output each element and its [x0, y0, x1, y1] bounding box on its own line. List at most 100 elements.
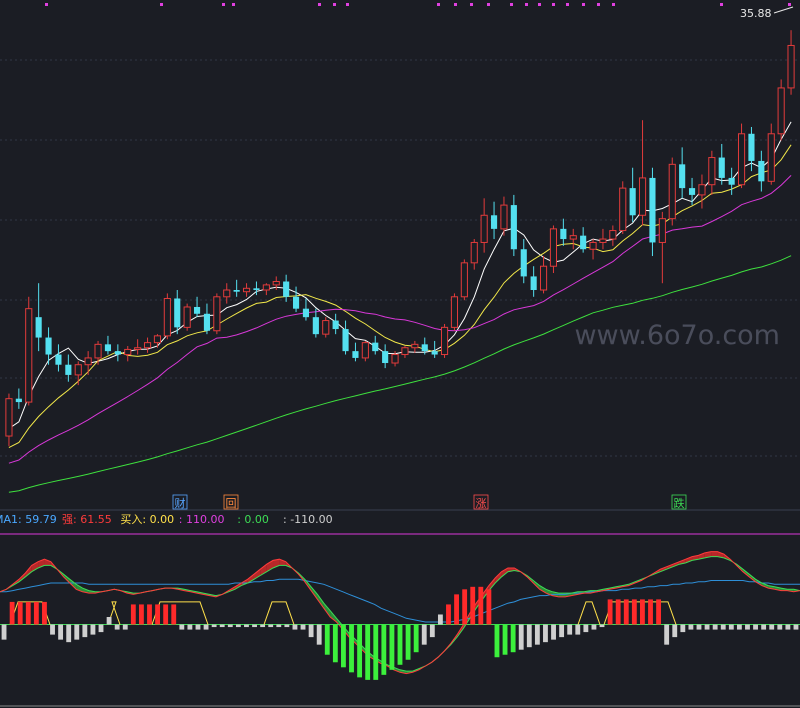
- indicator-histogram-bar: [268, 624, 274, 628]
- candle-body-up: [124, 348, 132, 356]
- top-marker-dot: [525, 3, 528, 6]
- candle-body-up: [242, 287, 251, 293]
- indicator-histogram-bar: [623, 599, 629, 625]
- indicator-histogram-bar: [163, 604, 169, 625]
- top-marker-dot: [470, 3, 473, 6]
- candle-body-up: [638, 177, 647, 216]
- candle-body-up: [163, 297, 171, 337]
- indicator-histogram-bar: [494, 624, 500, 658]
- candle-body-down: [253, 288, 260, 290]
- indicator-histogram-bar: [114, 624, 120, 630]
- indicator-histogram-bar: [252, 624, 257, 628]
- indicator-histogram-bar: [235, 624, 241, 628]
- top-marker-dot: [45, 3, 48, 6]
- candle-body-up: [322, 320, 330, 335]
- event-marker-text: 跌: [674, 496, 685, 510]
- indicator-histogram-bar: [648, 599, 653, 625]
- indicator-histogram-bar: [373, 624, 379, 680]
- indicator-histogram-bar: [25, 601, 31, 625]
- readout-item: MA1: 59.79: [0, 513, 57, 526]
- indicator-histogram-bar: [688, 624, 694, 630]
- candle-body-up: [737, 133, 746, 186]
- indicator-histogram-bar: [155, 604, 160, 625]
- indicator-histogram-bar: [349, 624, 354, 673]
- indicator-histogram-bar: [640, 599, 645, 625]
- indicator-histogram-bar: [17, 601, 23, 625]
- candle-body-up: [777, 87, 785, 135]
- indicator-histogram-bar: [769, 624, 775, 630]
- indicator-histogram-bar: [90, 624, 96, 635]
- candle-body-up: [262, 284, 270, 291]
- candle-body-down: [421, 344, 428, 352]
- candle-body-up: [153, 335, 162, 344]
- candle-body-up: [549, 228, 558, 267]
- indicator-histogram-bar: [429, 624, 435, 638]
- indicator-histogram-bar: [753, 624, 758, 630]
- candle-body-down: [748, 133, 755, 161]
- indicator-histogram-bar: [171, 604, 177, 625]
- indicator-histogram-bar: [728, 624, 734, 630]
- indicator-histogram-bar: [518, 624, 524, 650]
- stock-chart: www.6o7o.com 35.88 财 回 涨 跌 MA1: 59.79 强: 61.…: [0, 0, 800, 708]
- candle-body-down: [312, 317, 319, 335]
- indicator-histogram-bar: [332, 624, 338, 663]
- indicator-readout: MA1: 59.79 强: 61.55 买入: 0.00: 110.00: 0.00…: [0, 513, 333, 526]
- indicator-histogram-bar: [413, 624, 419, 653]
- indicator-histogram-bar: [341, 624, 346, 668]
- indicator-histogram-bar: [138, 604, 144, 625]
- candle-body-up: [599, 238, 607, 243]
- indicator-histogram-bar: [66, 624, 72, 643]
- candle-body-down: [718, 157, 725, 178]
- top-marker-dot: [510, 3, 513, 6]
- candle-body-up: [698, 184, 706, 196]
- candle-body-down: [302, 308, 310, 318]
- indicator-histogram-bar: [437, 614, 443, 625]
- candle-body-up: [134, 347, 142, 350]
- indicator-histogram-bar: [98, 624, 104, 633]
- indicator-histogram-bar: [502, 624, 508, 655]
- candle-body-down: [629, 188, 636, 216]
- candle-body-up: [183, 306, 191, 328]
- candle-body-down: [560, 228, 567, 240]
- indicator-histogram-bar: [147, 604, 152, 625]
- indicator-histogram-bar: [106, 617, 112, 625]
- indicator-histogram-bar: [486, 589, 492, 625]
- candle-body-up: [619, 187, 627, 232]
- indicator-histogram-bar: [292, 624, 298, 630]
- indicator-histogram-bar: [680, 624, 686, 633]
- indicator-histogram-bar: [672, 624, 678, 638]
- candle-body-up: [609, 230, 617, 240]
- indicator-histogram-bar: [720, 624, 726, 630]
- indicator-histogram-bar: [745, 624, 750, 630]
- candle-body-up: [94, 343, 102, 359]
- indicator-histogram-bar: [656, 599, 662, 625]
- candle-body-up: [589, 241, 597, 250]
- candle-body-down: [352, 351, 359, 358]
- candle-body-down: [679, 164, 686, 189]
- indicator-histogram-bar: [551, 624, 556, 640]
- candle-body-down: [382, 351, 389, 364]
- indicator-histogram-bar: [454, 594, 459, 625]
- indicator-histogram-bar: [316, 624, 322, 645]
- candle-body-down: [332, 320, 339, 330]
- candle-body-down: [104, 344, 112, 352]
- top-marker-dot: [566, 3, 569, 6]
- indicator-histogram-bar: [179, 624, 185, 630]
- top-marker-dot: [222, 3, 225, 6]
- indicator-histogram-bar: [389, 624, 395, 670]
- indicator-histogram-bar: [300, 624, 306, 630]
- indicator-histogram-bar: [712, 624, 718, 630]
- indicator-histogram-bar: [575, 624, 581, 635]
- candle-body-up: [74, 364, 82, 376]
- indicator-histogram-bar: [203, 624, 209, 630]
- candle-body-up: [460, 262, 468, 298]
- top-marker-dot: [597, 3, 600, 6]
- indicator-histogram-bar: [82, 624, 88, 638]
- top-marker-dot: [346, 3, 349, 6]
- indicator-histogram-bar: [793, 624, 799, 630]
- indicator-histogram-bar: [478, 586, 484, 625]
- indicator-histogram-bar: [462, 589, 468, 625]
- indicator-histogram-bar: [526, 624, 532, 648]
- top-marker-dot: [612, 3, 615, 6]
- readout-item: : 110.00: [179, 513, 225, 526]
